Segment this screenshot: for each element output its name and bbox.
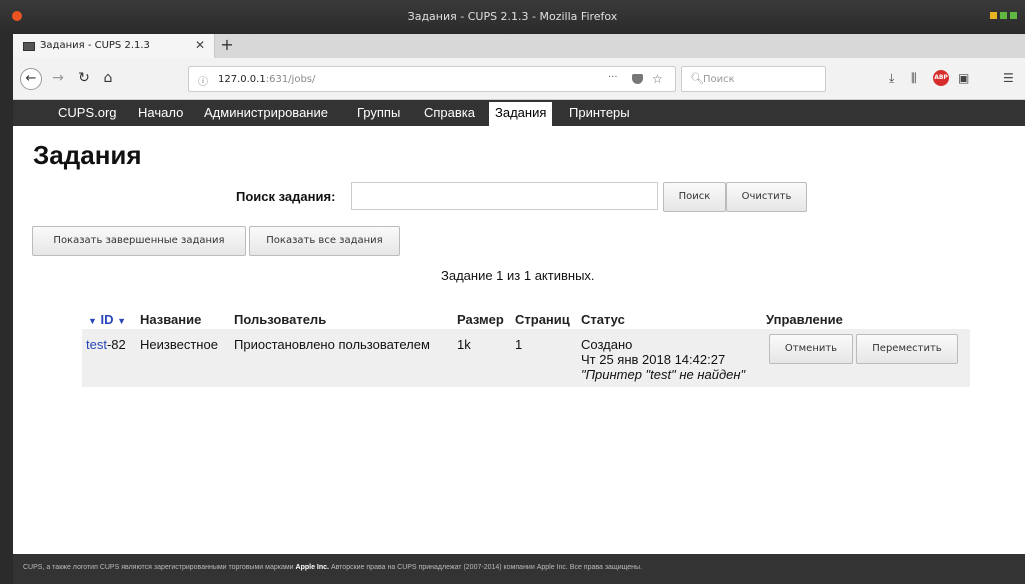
- downloads-icon[interactable]: ⤓: [889, 71, 894, 86]
- window-title: Задания - CUPS 2.1.3 - Mozilla Firefox: [407, 10, 618, 23]
- sort-desc-icon: ▼: [117, 316, 127, 326]
- job-status-state: Создано: [581, 337, 633, 352]
- job-status-note: "Принтер "test" не найден": [581, 367, 746, 382]
- new-tab-icon[interactable]: +: [219, 35, 235, 54]
- window-extra-button[interactable]: [1010, 12, 1017, 19]
- sidebar-icon[interactable]: ▣: [958, 71, 969, 85]
- show-completed-jobs-button[interactable]: Показать завершенные задания: [32, 226, 246, 256]
- menu-printers[interactable]: Принтеры: [569, 105, 630, 120]
- job-status: Создано Чт 25 янв 2018 14:42:27 "Принтер…: [581, 337, 745, 382]
- search-button[interactable]: Поиск: [663, 182, 726, 212]
- back-arrow-icon[interactable]: ←: [20, 68, 42, 90]
- jobs-summary: Задание 1 из 1 активных.: [441, 268, 595, 283]
- bookmark-star-icon[interactable]: ☆: [652, 72, 663, 86]
- menu-icon[interactable]: ☰: [1003, 71, 1014, 85]
- job-name: Неизвестное: [140, 337, 218, 352]
- library-icon[interactable]: ⫼: [911, 71, 917, 86]
- window-minimize-button[interactable]: [990, 12, 997, 19]
- job-pages: 1: [515, 337, 523, 352]
- col-user-header: Пользователь: [234, 312, 327, 327]
- url-text[interactable]: 127.0.0.1:631/jobs/: [218, 74, 315, 85]
- pocket-icon[interactable]: [632, 74, 643, 84]
- page-title: Задания: [33, 140, 142, 170]
- cancel-job-button[interactable]: Отменить: [769, 334, 853, 364]
- nav-bar: ← → ↻ ⌂ ⓘ 127.0.0.1:631/jobs/ ··· ☆ 🔍︎ П…: [13, 58, 1025, 100]
- page-favicon-icon: [23, 42, 35, 51]
- window-maximize-button[interactable]: [1000, 12, 1007, 19]
- menu-cups-org[interactable]: CUPS.org: [58, 105, 117, 120]
- site-info-icon[interactable]: ⓘ: [198, 73, 208, 88]
- tab-close-icon[interactable]: ✕: [195, 38, 205, 52]
- job-user: Приостановлено пользователем: [234, 337, 430, 352]
- menu-home[interactable]: Начало: [138, 105, 183, 120]
- reload-icon[interactable]: ↻: [75, 70, 93, 86]
- window-titlebar: Задания - CUPS 2.1.3 - Mozilla Firefox: [0, 0, 1025, 34]
- search-job-input[interactable]: [351, 182, 658, 210]
- col-name-header: Название: [140, 312, 202, 327]
- home-icon[interactable]: ⌂: [99, 70, 117, 86]
- job-size: 1k: [457, 337, 471, 352]
- cups-menu-bar: CUPS.org Начало Администрирование Группы…: [13, 100, 1025, 126]
- show-all-jobs-button[interactable]: Показать все задания: [249, 226, 400, 256]
- col-status-header: Статус: [581, 312, 625, 327]
- menu-jobs[interactable]: Задания: [489, 102, 553, 126]
- menu-help[interactable]: Справка: [424, 105, 475, 120]
- col-id-header[interactable]: ▼ ID ▼: [88, 312, 126, 327]
- page-footer: CUPS, а также логотип CUPS являются заре…: [13, 554, 1025, 584]
- adblock-icon[interactable]: ABP: [933, 70, 949, 86]
- forward-arrow-icon[interactable]: →: [49, 70, 67, 86]
- job-id: test-82: [86, 337, 126, 352]
- job-status-time: Чт 25 янв 2018 14:42:27: [581, 352, 726, 367]
- tab-title: Задания - CUPS 2.1.3: [40, 40, 150, 51]
- col-pages-header: Страниц: [515, 312, 570, 327]
- page-actions-icon[interactable]: ···: [608, 72, 618, 83]
- menu-groups[interactable]: Группы: [357, 105, 400, 120]
- search-job-label: Поиск задания:: [236, 189, 336, 204]
- job-printer-link[interactable]: test: [86, 337, 107, 352]
- page-content: Задания Поиск задания: Поиск Очистить По…: [13, 126, 1025, 554]
- menu-administration[interactable]: Администрирование: [204, 105, 328, 120]
- search-input[interactable]: Поиск: [703, 74, 735, 85]
- move-job-button[interactable]: Переместить: [856, 334, 958, 364]
- tab-jobs[interactable]: Задания - CUPS 2.1.3 ✕: [13, 34, 215, 58]
- col-control-header: Управление: [766, 312, 843, 327]
- tab-strip: Задания - CUPS 2.1.3 ✕ +: [13, 34, 1025, 58]
- clear-button[interactable]: Очистить: [726, 182, 807, 212]
- search-bar[interactable]: 🔍︎ Поиск: [681, 66, 826, 92]
- col-size-header: Размер: [457, 312, 504, 327]
- sort-desc-icon: ▼: [88, 316, 97, 326]
- url-bar[interactable]: ⓘ 127.0.0.1:631/jobs/ ··· ☆: [188, 66, 676, 92]
- search-icon: 🔍︎: [690, 72, 704, 85]
